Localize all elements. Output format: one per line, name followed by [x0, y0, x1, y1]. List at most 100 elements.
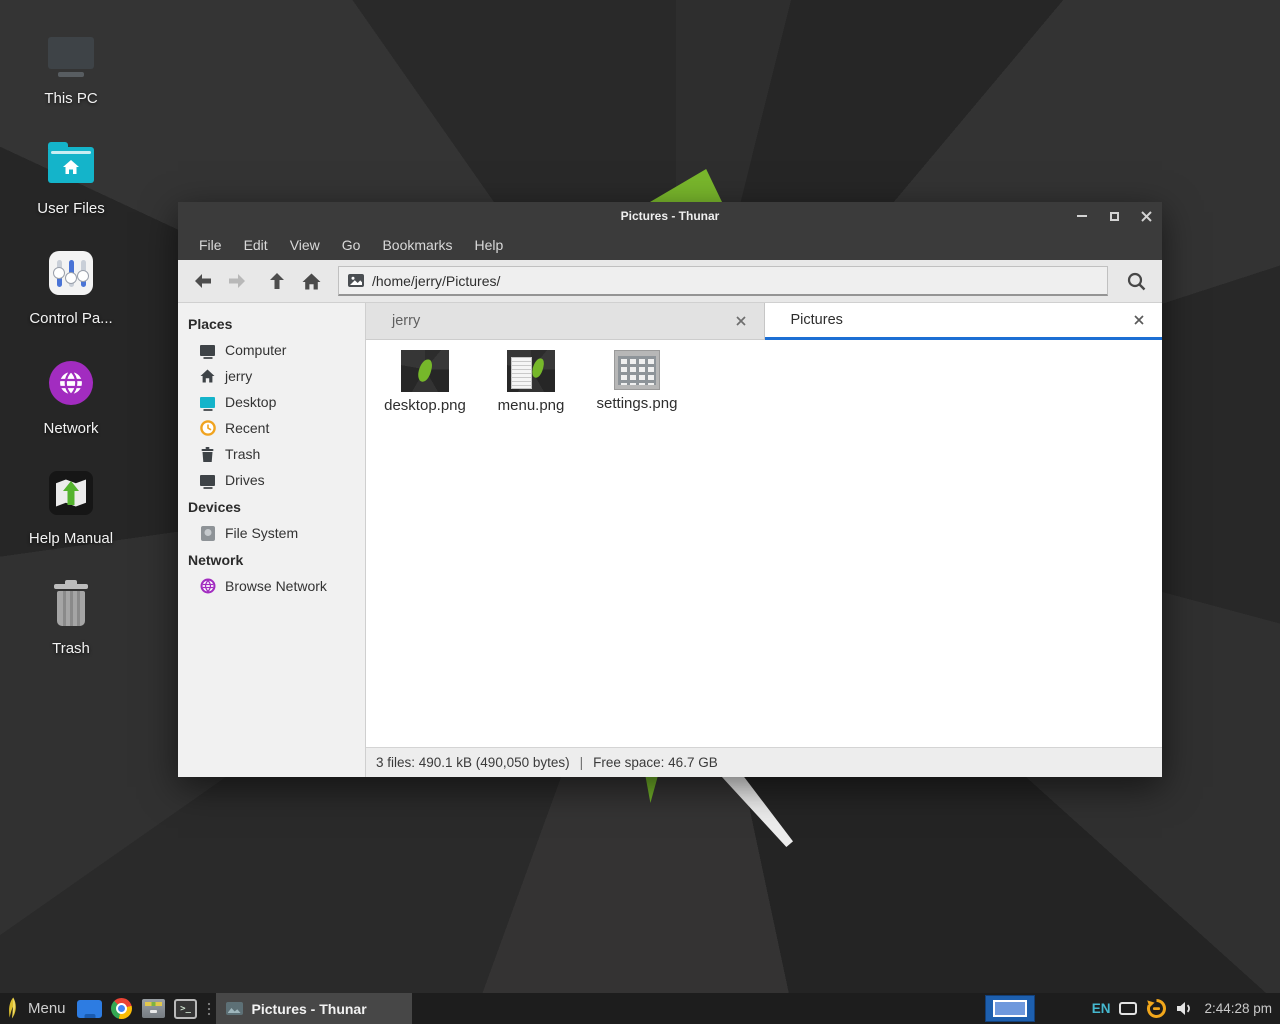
desktop-icon-control-panel[interactable]: Control Pa... — [18, 236, 124, 346]
volume-tray-icon[interactable] — [1176, 1001, 1194, 1016]
back-arrow-icon — [193, 273, 213, 289]
menu-button[interactable]: Menu — [0, 993, 74, 1024]
tab-close-button[interactable] — [1128, 309, 1150, 331]
control-panel-icon — [49, 251, 93, 295]
sidebar-item-file-system[interactable]: File System — [178, 520, 365, 546]
minimize-button[interactable] — [1066, 202, 1098, 230]
sidebar-item-desktop[interactable]: Desktop — [178, 389, 365, 415]
workspace-window-icon — [993, 1000, 1027, 1017]
up-button[interactable] — [260, 266, 294, 297]
computer-icon — [48, 37, 94, 69]
trash-icon — [52, 584, 90, 626]
home-folder-icon — [48, 147, 94, 183]
home-icon — [199, 369, 216, 383]
desktop-icon-label: User Files — [37, 200, 105, 217]
distro-logo-icon — [5, 997, 21, 1020]
tab-pictures[interactable]: Pictures — [765, 303, 1163, 340]
tab-bar: jerry Pictures — [366, 303, 1162, 340]
sidebar-item-label: Browse Network — [225, 578, 327, 594]
image-file-icon — [348, 274, 364, 287]
update-refresh-icon — [1146, 998, 1167, 1019]
window-titlebar[interactable]: Pictures - Thunar — [178, 202, 1162, 230]
desktop-icon-label: Network — [43, 420, 98, 437]
tab-jerry[interactable]: jerry — [366, 303, 765, 340]
system-tray: EN — [1092, 998, 1199, 1019]
home-button[interactable] — [294, 266, 328, 297]
menu-file[interactable]: File — [188, 230, 233, 260]
desktop-icon-label: Control Pa... — [29, 310, 112, 327]
search-icon — [1126, 271, 1147, 292]
sidebar-item-browse-network[interactable]: Browse Network — [178, 573, 365, 599]
close-icon — [1134, 315, 1144, 325]
home-icon — [302, 273, 321, 290]
back-button[interactable] — [186, 266, 220, 297]
sidebar-item-recent[interactable]: Recent — [178, 415, 365, 441]
menu-go[interactable]: Go — [331, 230, 372, 260]
desktop-icon-column: This PC User Files Control Pa... — [18, 16, 124, 676]
desktop-icon — [199, 397, 216, 408]
close-button[interactable] — [1130, 202, 1162, 230]
desktop-icon-network[interactable]: Network — [18, 346, 124, 456]
window-title: Pictures - Thunar — [178, 209, 1162, 223]
menu-help[interactable]: Help — [464, 230, 515, 260]
search-button[interactable] — [1118, 266, 1154, 297]
menu-view[interactable]: View — [279, 230, 331, 260]
desktop-icon-label: Help Manual — [29, 530, 113, 547]
menu-button-label: Menu — [28, 1000, 66, 1017]
browse-network-globe-icon — [199, 578, 216, 594]
keyboard-layout-indicator[interactable]: EN — [1092, 1001, 1111, 1016]
desktop-icon-help-manual[interactable]: Help Manual — [18, 456, 124, 566]
file-name: settings.png — [597, 395, 678, 412]
update-manager-tray-icon[interactable] — [1146, 998, 1167, 1019]
path-entry[interactable]: /home/jerry/Pictures/ — [338, 266, 1108, 296]
desktop-icon-user-files[interactable]: User Files — [18, 126, 124, 236]
sidebar-item-trash[interactable]: Trash — [178, 441, 365, 467]
wallpaper-leaf-fragment — [644, 777, 660, 803]
sidebar-item-drives[interactable]: Drives — [178, 467, 365, 493]
statusbar: 3 files: 490.1 kB (490,050 bytes) | Free… — [366, 747, 1162, 777]
file-menu-png[interactable]: menu.png — [482, 348, 580, 414]
sidebar-item-label: Trash — [225, 446, 260, 462]
tasklist-grip[interactable] — [206, 1000, 212, 1018]
desktop-icon-label: This PC — [44, 90, 97, 107]
sidebar-item-label: jerry — [225, 368, 252, 384]
sidebar-header-network: Network — [178, 546, 365, 573]
tab-label: Pictures — [791, 312, 1129, 328]
file-cabinet-icon — [142, 999, 165, 1018]
file-manager-launcher[interactable] — [138, 993, 170, 1024]
terminal-icon: >_ — [174, 999, 197, 1019]
sidebar-item-jerry[interactable]: jerry — [178, 363, 365, 389]
desktop-icon-this-pc[interactable]: This PC — [18, 16, 124, 126]
menu-edit[interactable]: Edit — [233, 230, 279, 260]
recent-clock-icon — [199, 420, 216, 436]
forward-button[interactable] — [220, 266, 254, 297]
sidebar-item-label: Computer — [225, 342, 286, 358]
show-desktop-button[interactable] — [74, 993, 106, 1024]
workspace-switcher[interactable] — [985, 995, 1035, 1022]
help-manual-icon — [49, 471, 93, 515]
toolbar: /home/jerry/Pictures/ — [178, 260, 1162, 303]
statusbar-separator: | — [580, 755, 584, 770]
statusbar-files-text: 3 files: 490.1 kB (490,050 bytes) — [376, 755, 570, 770]
file-settings-png[interactable]: settings.png — [588, 348, 686, 412]
file-thumbnail — [507, 350, 555, 392]
path-text: /home/jerry/Pictures/ — [372, 273, 500, 289]
file-desktop-png[interactable]: desktop.png — [376, 348, 474, 414]
wallpaper-quill-fragment — [719, 777, 793, 847]
sidebar-item-computer[interactable]: Computer — [178, 337, 365, 363]
sidebar-item-label: Recent — [225, 420, 269, 436]
show-desktop-icon — [77, 1000, 102, 1018]
task-button-label: Pictures - Thunar — [252, 1001, 367, 1017]
desktop-icon-trash[interactable]: Trash — [18, 566, 124, 676]
taskbar-clock[interactable]: 2:44:28 pm — [1198, 1001, 1280, 1016]
display-tray-icon[interactable] — [1119, 1002, 1137, 1015]
wallpaper-leaf-fragment — [650, 169, 722, 202]
file-view[interactable]: desktop.png menu.png settings.png — [366, 340, 1162, 747]
tab-close-button[interactable] — [730, 310, 752, 332]
menu-bookmarks[interactable]: Bookmarks — [371, 230, 463, 260]
filesystem-drive-icon — [199, 526, 216, 541]
maximize-button[interactable] — [1098, 202, 1130, 230]
chrome-launcher[interactable] — [106, 993, 138, 1024]
terminal-launcher[interactable]: >_ — [170, 993, 202, 1024]
task-button-pictures-thunar[interactable]: Pictures - Thunar — [216, 993, 412, 1024]
